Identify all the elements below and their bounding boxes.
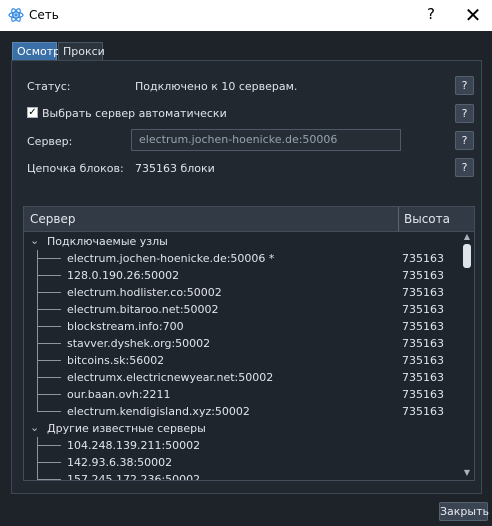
server-name: electrum.jochen-hoenicke.de:50006 * bbox=[67, 252, 275, 265]
auto-select-checkbox[interactable]: ✓ bbox=[27, 107, 38, 118]
tree-row[interactable]: stavver.dyshek.org:50002 735163 bbox=[24, 335, 464, 352]
scroll-down-icon[interactable]: ▼ bbox=[462, 468, 472, 478]
server-name: stavver.dyshek.org:50002 bbox=[67, 337, 211, 350]
tree-branch bbox=[37, 343, 61, 344]
tree-row[interactable]: 157.245.172.236:50002 bbox=[24, 471, 464, 481]
tree-branch bbox=[37, 275, 61, 276]
tree-row[interactable]: blockstream.info:700 735163 bbox=[24, 318, 464, 335]
server-help-button[interactable]: ? bbox=[455, 131, 474, 150]
tree-row[interactable]: electrumx.electricnewyear.net:50002 7351… bbox=[24, 369, 464, 386]
tree-row[interactable]: electrum.hodlister.co:50002 735163 bbox=[24, 284, 464, 301]
window-close-button[interactable]: ✕ bbox=[462, 3, 484, 27]
server-name: 157.245.172.236:50002 bbox=[67, 473, 201, 481]
column-height[interactable]: Высота bbox=[404, 212, 450, 226]
tree-row[interactable]: electrum.bitaroo.net:50002 735163 bbox=[24, 301, 464, 318]
column-server[interactable]: Сервер bbox=[30, 212, 75, 226]
tree-branch bbox=[37, 360, 61, 361]
chevron-down-icon[interactable]: ⌄ bbox=[30, 234, 39, 247]
tab-overview[interactable]: Осмотр bbox=[12, 42, 60, 60]
auto-select-label: Выбрать сервер автоматически bbox=[42, 107, 227, 120]
status-label: Статус: bbox=[27, 80, 71, 93]
tree-row[interactable]: our.baan.ovh:2211 735163 bbox=[24, 386, 464, 403]
tree-row[interactable]: 142.93.6.38:50002 bbox=[24, 454, 464, 471]
server-name: 128.0.190.26:50002 bbox=[67, 269, 180, 282]
tree-group-connected[interactable]: ⌄ Подключаемые узлы bbox=[24, 233, 464, 250]
window-help-button[interactable]: ? bbox=[420, 5, 442, 25]
blockchain-label: Цепочка блоков: bbox=[27, 162, 124, 175]
server-input[interactable]: electrum.jochen-hoenicke.de:50006 bbox=[131, 129, 401, 151]
server-name: bitcoins.sk:56002 bbox=[67, 354, 165, 367]
server-height: 735163 bbox=[402, 388, 444, 401]
group-label: Подключаемые узлы bbox=[47, 235, 168, 248]
tree-branch bbox=[37, 394, 61, 395]
tree-branch bbox=[37, 292, 61, 293]
electrum-atom-icon bbox=[8, 8, 24, 22]
server-height: 735163 bbox=[402, 354, 444, 367]
scroll-thumb[interactable] bbox=[463, 244, 471, 268]
tree-branch bbox=[37, 411, 61, 412]
server-height: 735163 bbox=[402, 286, 444, 299]
server-height: 735163 bbox=[402, 303, 444, 316]
server-height: 735163 bbox=[402, 405, 444, 418]
server-name: electrumx.electricnewyear.net:50002 bbox=[67, 371, 274, 384]
server-name: electrum.hodlister.co:50002 bbox=[67, 286, 222, 299]
tree-row[interactable]: 128.0.190.26:50002 735163 bbox=[24, 267, 464, 284]
server-name: our.baan.ovh:2211 bbox=[67, 388, 171, 401]
title-bar: Сеть ? ✕ bbox=[0, 0, 492, 31]
server-label: Сервер: bbox=[27, 135, 73, 148]
status-help-button[interactable]: ? bbox=[455, 76, 474, 95]
server-height: 735163 bbox=[402, 371, 444, 384]
server-height: 735163 bbox=[402, 252, 444, 265]
tree-branch bbox=[37, 479, 61, 480]
window-title: Сеть bbox=[29, 8, 59, 22]
server-name: 104.248.139.211:50002 bbox=[67, 439, 201, 452]
tree-branch bbox=[37, 445, 61, 446]
server-name: electrum.kendigisland.xyz:50002 bbox=[67, 405, 250, 418]
server-height: 735163 bbox=[402, 320, 444, 333]
tree-branch bbox=[37, 462, 61, 463]
tree-row[interactable]: bitcoins.sk:56002 735163 bbox=[24, 352, 464, 369]
group-label: Другие известные серверы bbox=[47, 422, 206, 435]
close-button[interactable]: Закрыть bbox=[439, 502, 489, 521]
server-tree[interactable]: Сервер Высота ⌄ Подключаемые узлы electr… bbox=[23, 206, 475, 481]
server-name: 142.93.6.38:50002 bbox=[67, 456, 173, 469]
tree-row[interactable]: electrum.jochen-hoenicke.de:50006 * 7351… bbox=[24, 250, 464, 267]
status-value: Подключено к 10 серверам. bbox=[135, 80, 298, 93]
blockchain-value: 735163 блоки bbox=[135, 162, 215, 175]
server-name: blockstream.info:700 bbox=[67, 320, 184, 333]
tree-group-other[interactable]: ⌄ Другие известные серверы bbox=[24, 420, 464, 437]
tree-header: Сервер Высота bbox=[24, 207, 474, 232]
auto-select-help-button[interactable]: ? bbox=[455, 104, 474, 123]
tree-branch bbox=[37, 326, 61, 327]
server-height: 735163 bbox=[402, 337, 444, 350]
tree-row[interactable]: electrum.kendigisland.xyz:50002 735163 bbox=[24, 403, 464, 420]
scroll-up-icon[interactable]: ▲ bbox=[462, 232, 472, 242]
tree-branch bbox=[37, 258, 61, 259]
server-name: electrum.bitaroo.net:50002 bbox=[67, 303, 219, 316]
tree-branch bbox=[37, 377, 61, 378]
tab-proxy[interactable]: Прокси bbox=[58, 42, 105, 60]
tree-row[interactable]: 104.248.139.211:50002 bbox=[24, 437, 464, 454]
chevron-down-icon[interactable]: ⌄ bbox=[30, 421, 39, 434]
blockchain-help-button[interactable]: ? bbox=[455, 158, 474, 177]
server-height: 735163 bbox=[402, 269, 444, 282]
tree-scrollbar[interactable]: ▲ ▼ bbox=[462, 232, 472, 480]
tree-branch bbox=[37, 309, 61, 310]
column-separator[interactable] bbox=[398, 207, 399, 231]
